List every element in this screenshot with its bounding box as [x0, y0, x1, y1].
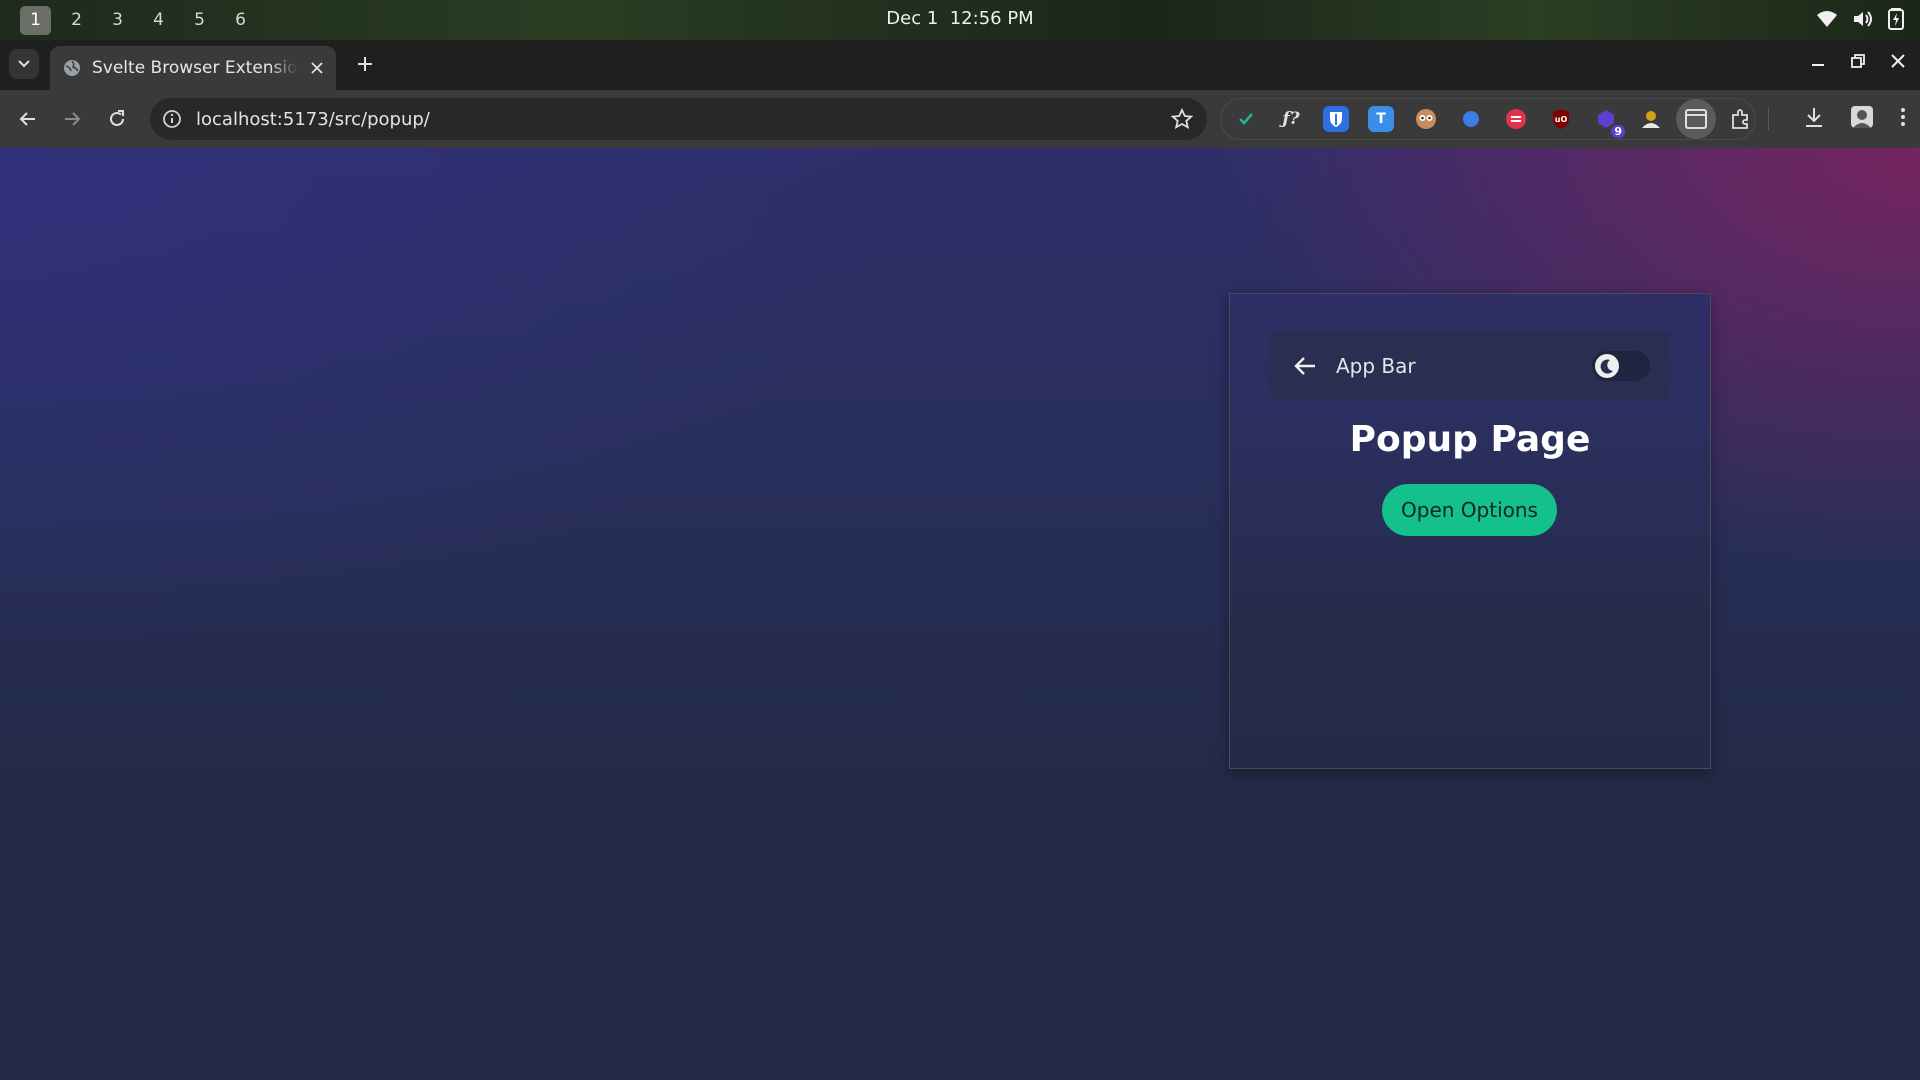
workspace-2[interactable]: 2 [61, 6, 92, 35]
formula-extension-icon[interactable]: ƒ? [1278, 106, 1304, 132]
translate-extension-icon[interactable]: T [1368, 106, 1394, 132]
clock-time: 12:56 PM [949, 8, 1034, 29]
profile-avatar[interactable] [1850, 105, 1874, 133]
wifi-icon [1816, 9, 1838, 29]
workspace-5[interactable]: 5 [184, 6, 215, 35]
browser-toolbar: localhost:5173/src/popup/ ƒ? T uO 9 [0, 90, 1920, 148]
workspace-switcher: 1 2 3 4 5 6 [20, 5, 256, 35]
globe-icon [64, 60, 80, 76]
bitwarden-extension-icon[interactable] [1323, 106, 1349, 132]
user-extension-icon[interactable] [1638, 106, 1664, 132]
info-icon[interactable] [162, 109, 182, 129]
kebab-menu-icon[interactable] [1900, 107, 1906, 131]
bookmark-star-icon[interactable] [1171, 108, 1193, 130]
workspace-4[interactable]: 4 [143, 6, 174, 35]
browser-tab[interactable]: Svelte Browser Extension [50, 46, 336, 90]
clock-date: Dec 1 [886, 8, 939, 29]
workspace-6[interactable]: 6 [225, 6, 256, 35]
chevron-down-icon [18, 60, 30, 68]
app-bar-title: App Bar [1336, 353, 1416, 378]
battery-icon [1888, 8, 1904, 30]
os-top-bar: 1 2 3 4 5 6 Dec 1 12:56 PM [0, 0, 1920, 40]
page-content: App Bar Popup Page Open Options [0, 148, 1920, 1080]
open-options-button[interactable]: Open Options [1382, 484, 1557, 536]
purple-extension-icon[interactable]: 9 [1593, 106, 1625, 138]
extensions-area: ƒ? T uO 9 [1220, 98, 1756, 140]
ublock-origin-extension-icon[interactable]: uO [1548, 106, 1574, 132]
close-window-button[interactable] [1890, 53, 1906, 69]
new-tab-button[interactable] [353, 52, 377, 76]
close-icon [1891, 54, 1905, 68]
toggle-knob [1595, 354, 1619, 378]
check-extension-icon[interactable] [1233, 106, 1259, 132]
minimize-icon [1812, 64, 1824, 66]
puzzle-extensions-icon[interactable] [1728, 106, 1754, 132]
restore-icon [1851, 54, 1865, 68]
reload-button[interactable] [105, 107, 129, 131]
url-text: localhost:5173/src/popup/ [196, 108, 430, 130]
workspace-1[interactable]: 1 [20, 5, 51, 35]
toolbar-right-actions [1804, 105, 1906, 133]
app-bar: App Bar [1270, 331, 1670, 400]
close-icon [311, 62, 323, 74]
minimize-button[interactable] [1810, 53, 1826, 69]
privacy-badger-extension-icon[interactable] [1413, 106, 1439, 132]
workspace-3[interactable]: 3 [102, 6, 133, 35]
restore-button[interactable] [1850, 53, 1866, 69]
svg-text:uO: uO [1555, 115, 1568, 124]
moon-icon [1600, 359, 1613, 374]
download-icon[interactable] [1804, 106, 1824, 132]
reload-icon [110, 110, 124, 126]
window-extension-icon[interactable] [1676, 99, 1716, 139]
arrow-right-icon [65, 112, 81, 126]
arrow-left-icon [19, 112, 35, 126]
extension-badge: 9 [1611, 125, 1625, 138]
page-title: Popup Page [1349, 419, 1591, 460]
system-tray[interactable] [1816, 8, 1904, 30]
tab-title: Svelte Browser Extension [92, 58, 298, 78]
window-controls [1810, 53, 1906, 69]
tab-close-button[interactable] [308, 59, 326, 77]
system-clock[interactable]: Dec 1 12:56 PM [0, 0, 1920, 40]
tab-search-button[interactable] [9, 49, 39, 79]
blue-dot-extension-icon[interactable] [1458, 106, 1484, 132]
tab-strip: Svelte Browser Extension [0, 40, 1920, 90]
volume-icon [1852, 9, 1874, 29]
red-extension-icon[interactable] [1503, 106, 1529, 132]
extension-popup: App Bar Popup Page Open Options [1229, 293, 1711, 769]
arrow-left-icon [1294, 356, 1315, 375]
forward-button[interactable] [60, 107, 84, 131]
app-bar-back-button[interactable] [1292, 353, 1318, 379]
theme-toggle[interactable] [1592, 351, 1650, 381]
back-button[interactable] [16, 107, 40, 131]
toolbar-divider [1768, 108, 1769, 130]
address-bar[interactable]: localhost:5173/src/popup/ [150, 98, 1207, 140]
plus-icon [358, 57, 372, 71]
